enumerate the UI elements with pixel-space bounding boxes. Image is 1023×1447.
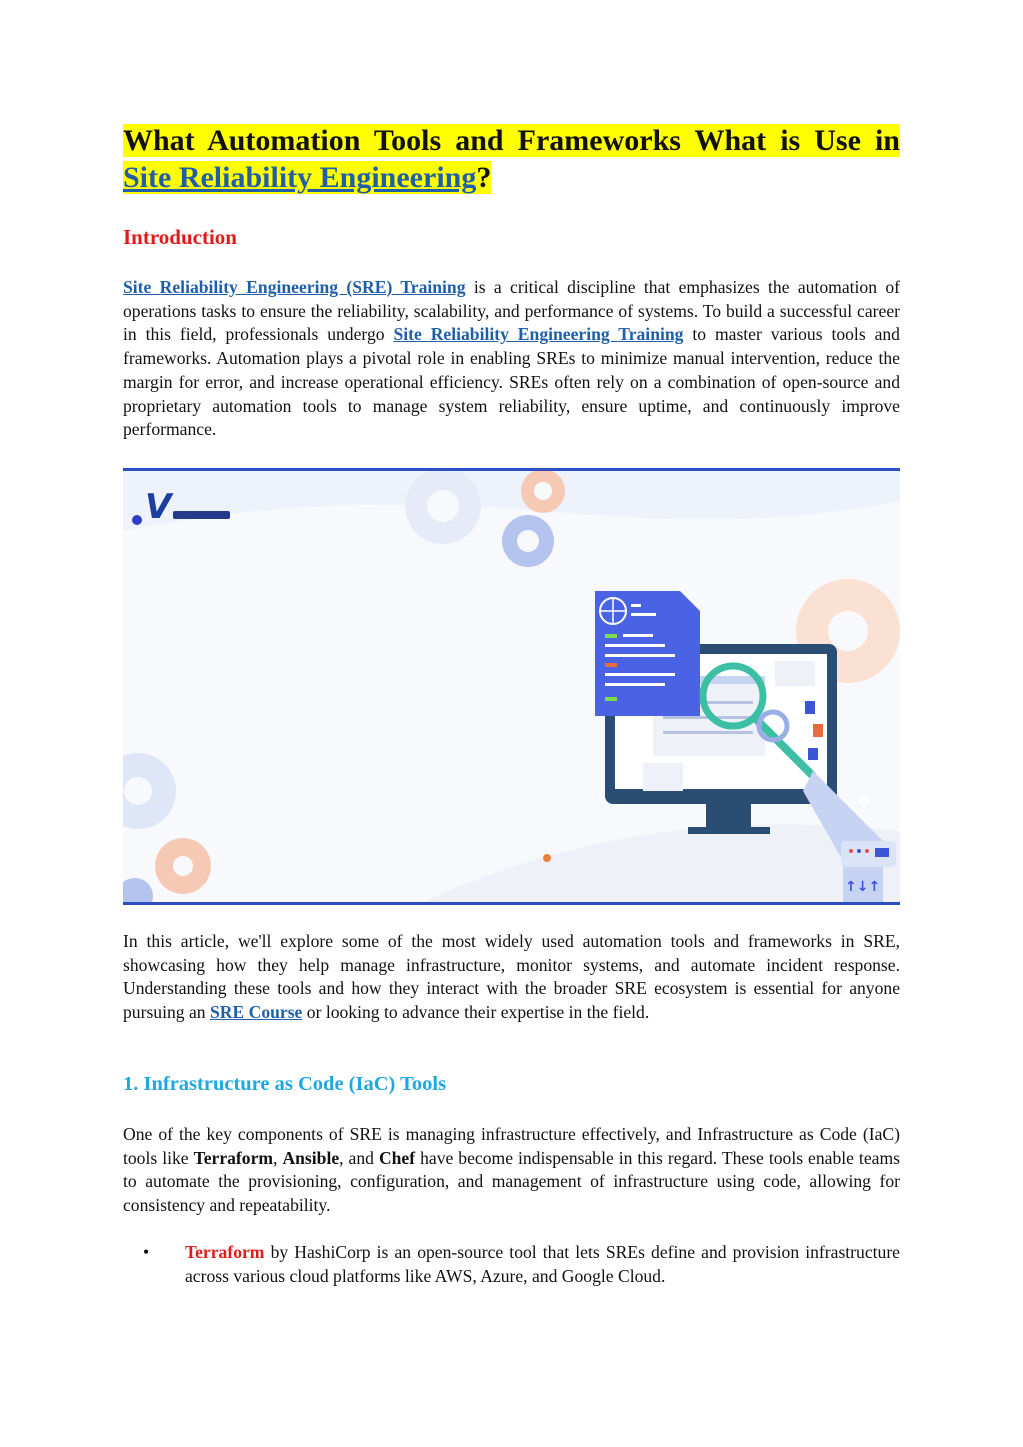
- sort-arrows-icon: ↑↓↑: [845, 879, 880, 895]
- gear-icon: [155, 838, 211, 894]
- introduction-paragraph: Site Reliability Engineering (SRE) Train…: [123, 276, 900, 442]
- visualpath-logo-icon: V: [145, 487, 172, 527]
- gear-icon: [502, 515, 554, 567]
- sre-training-link[interactable]: Site Reliability Engineering (SRE) Train…: [123, 277, 466, 297]
- iac-paragraph: One of the key components of SRE is mana…: [123, 1123, 900, 1218]
- title-text: What Automation Tools and Frameworks Wha…: [123, 124, 900, 157]
- bullet-text: by HashiCorp is an open-source tool that…: [185, 1242, 900, 1286]
- banner-background: ↑↓↑: [123, 471, 900, 902]
- bullet-term: Terraform: [185, 1242, 265, 1262]
- introduction-heading: Introduction: [123, 225, 237, 249]
- tool-chef: Chef: [378, 1147, 416, 1168]
- tool-ansible: Ansible: [282, 1147, 340, 1168]
- article-paragraph: In this article, we'll explore some of t…: [123, 930, 900, 1025]
- page-title: What Automation Tools and Frameworks Wha…: [123, 122, 900, 196]
- section-heading-iac: 1. Infrastructure as Code (IaC) Tools: [123, 1073, 447, 1095]
- separator: , and: [339, 1147, 379, 1168]
- article-text-2: or looking to advance their expertise in…: [302, 1002, 650, 1023]
- bullet-icon: •: [143, 1242, 150, 1262]
- document-header: What Automation Tools and Frameworks Wha…: [123, 122, 900, 442]
- title-link-sre[interactable]: Site Reliability Engineering: [123, 161, 476, 194]
- sre-course-link[interactable]: SRE Course: [210, 1002, 302, 1022]
- iac-bullet-list: • Terraform by HashiCorp is an open-sourc…: [123, 1241, 900, 1288]
- article-banner-image: ↑↓↑ V: [123, 468, 900, 905]
- sre-engineering-training-link[interactable]: Site Reliability Engineering Training: [393, 324, 683, 344]
- tool-terraform: Terraform: [193, 1147, 274, 1168]
- decorative-dot: [543, 854, 551, 862]
- gear-icon: [123, 753, 176, 829]
- logo-dot: [132, 515, 142, 525]
- gear-icon: [405, 471, 481, 544]
- logo-badge: [173, 511, 230, 519]
- gear-icon: [521, 471, 565, 513]
- banner-wave-bottom: [423, 824, 900, 902]
- gear-icon: [123, 878, 153, 902]
- title-question-mark: ?: [476, 161, 492, 194]
- document-illustration: [595, 591, 700, 716]
- list-item: • Terraform by HashiCorp is an open-sourc…: [123, 1241, 900, 1288]
